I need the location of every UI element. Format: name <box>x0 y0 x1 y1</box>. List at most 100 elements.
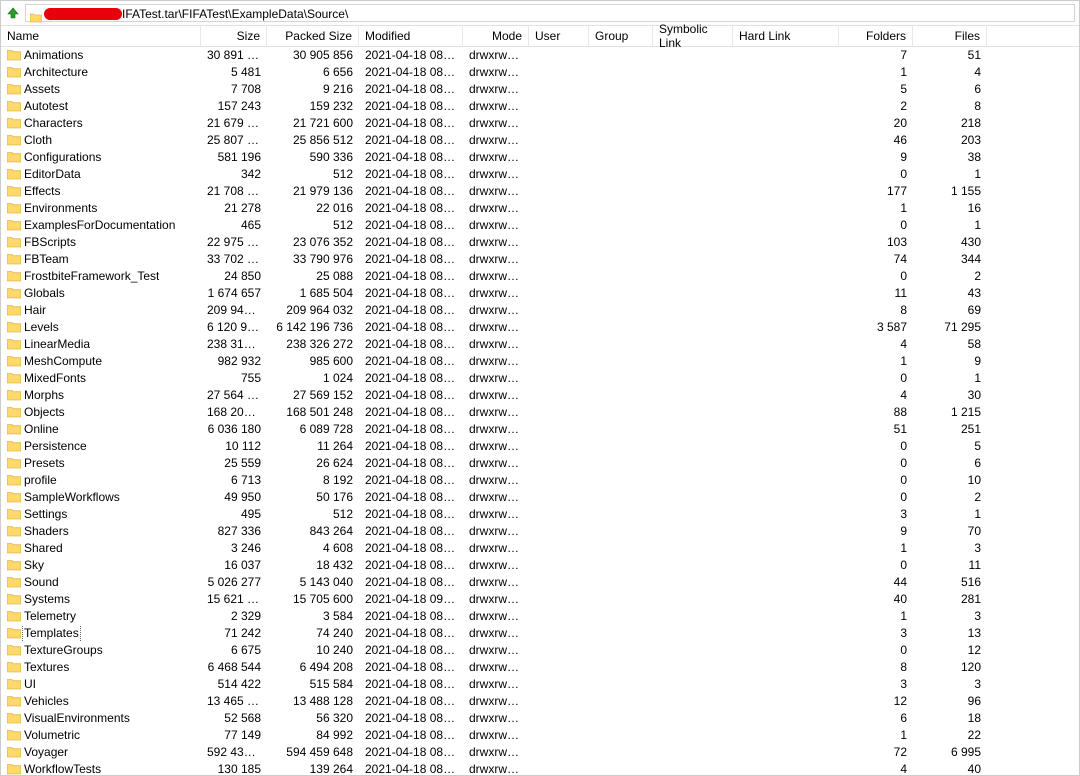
cell-symlink <box>653 421 733 438</box>
table-row[interactable]: profile6 7138 1922021-04-18 08:31drwxrwx… <box>1 472 1079 489</box>
table-row[interactable]: Levels6 120 926 1156 142 196 7362021-04-… <box>1 319 1079 336</box>
table-row[interactable]: SampleWorkflows49 95050 1762021-04-18 08… <box>1 489 1079 506</box>
table-row[interactable]: UI514 422515 5842021-04-18 08:45drwxrwxr… <box>1 676 1079 693</box>
table-row[interactable]: EditorData3425122021-04-18 08:31drwxrwxr… <box>1 166 1079 183</box>
table-row[interactable]: Presets25 55926 6242021-04-18 08:31drwxr… <box>1 455 1079 472</box>
table-row[interactable]: Voyager592 434 807594 459 6482021-04-18 … <box>1 744 1079 761</box>
table-row[interactable]: Configurations581 196590 3362021-04-18 0… <box>1 149 1079 166</box>
table-row[interactable]: Morphs27 564 05027 569 1522021-04-18 08:… <box>1 387 1079 404</box>
table-row[interactable]: FrostbiteFramework_Test24 85025 0882021-… <box>1 268 1079 285</box>
row-name: Cloth <box>24 132 52 149</box>
cell-group <box>589 370 653 387</box>
cell-size: 21 278 <box>201 200 267 217</box>
header-packed-size[interactable]: Packed Size <box>267 26 359 46</box>
table-row[interactable]: MixedFonts7551 0242021-04-18 08:31drwxrw… <box>1 370 1079 387</box>
cell-user <box>529 234 589 251</box>
header-user[interactable]: User <box>529 26 589 46</box>
table-row[interactable]: Assets7 7089 2162021-04-18 08:56drwxrwxr… <box>1 81 1079 98</box>
cell-name: Cloth <box>1 132 201 149</box>
file-list[interactable]: Animations30 891 93530 905 8562021-04-18… <box>1 47 1079 775</box>
table-row[interactable]: Effects21 708 96221 979 1362021-04-18 08… <box>1 183 1079 200</box>
table-row[interactable]: Objects168 209 798168 501 2482021-04-18 … <box>1 404 1079 421</box>
cell-folders: 9 <box>839 523 913 540</box>
cell-group <box>589 676 653 693</box>
table-row[interactable]: WorkflowTests130 185139 2642021-04-18 08… <box>1 761 1079 775</box>
table-row[interactable]: Cloth25 807 01125 856 5122021-04-18 08:4… <box>1 132 1079 149</box>
path-input[interactable]: IFATest.tar\FIFATest\ExampleData\Source\ <box>25 4 1075 22</box>
header-symlink[interactable]: Symbolic Link <box>653 26 733 46</box>
cell-name: Assets <box>1 81 201 98</box>
cell-files: 516 <box>913 574 987 591</box>
cell-symlink <box>653 183 733 200</box>
cell-group <box>589 353 653 370</box>
cell-name: Volumetric <box>1 727 201 744</box>
table-row[interactable]: Settings4955122021-04-18 08:58drwxrwxrwx… <box>1 506 1079 523</box>
up-icon[interactable] <box>5 5 21 21</box>
table-row[interactable]: Volumetric77 14984 9922021-04-18 08:34dr… <box>1 727 1079 744</box>
table-row[interactable]: Shared3 2464 6082021-04-18 08:34drwxrwxr… <box>1 540 1079 557</box>
cell-modified: 2021-04-18 08:43 <box>359 302 463 319</box>
table-row[interactable]: Sound5 026 2775 143 0402021-04-18 08:45d… <box>1 574 1079 591</box>
header-size[interactable]: Size <box>201 26 267 46</box>
row-name: VisualEnvironments <box>24 710 130 727</box>
table-row[interactable]: Persistence10 11211 2642021-04-18 08:31d… <box>1 438 1079 455</box>
folder-icon <box>7 338 21 352</box>
header-files[interactable]: Files <box>913 26 987 46</box>
cell-psize: 21 721 600 <box>267 115 359 132</box>
cell-size: 13 465 673 <box>201 693 267 710</box>
header-group[interactable]: Group <box>589 26 653 46</box>
cell-size: 130 185 <box>201 761 267 775</box>
table-row[interactable]: Environments21 27822 0162021-04-18 08:43… <box>1 200 1079 217</box>
table-row[interactable]: Architecture5 4816 6562021-04-18 08:33dr… <box>1 64 1079 81</box>
header-hardlink[interactable]: Hard Link <box>733 26 839 46</box>
folder-icon <box>7 491 21 505</box>
cell-name: WorkflowTests <box>1 761 201 775</box>
table-row[interactable]: Vehicles13 465 67313 488 1282021-04-18 0… <box>1 693 1079 710</box>
folder-icon <box>7 729 21 743</box>
table-row[interactable]: Autotest157 243159 2322021-04-18 08:43dr… <box>1 98 1079 115</box>
table-row[interactable]: FBTeam33 702 10633 790 9762021-04-18 08:… <box>1 251 1079 268</box>
cell-files: 51 <box>913 47 987 64</box>
cell-size: 24 850 <box>201 268 267 285</box>
table-row[interactable]: ExamplesForDocumentation4655122021-04-18… <box>1 217 1079 234</box>
cell-psize: 594 459 648 <box>267 744 359 761</box>
cell-name: profile <box>1 472 201 489</box>
header-name[interactable]: Name <box>1 26 201 46</box>
folder-icon <box>7 610 21 624</box>
cell-symlink <box>653 761 733 775</box>
cell-name: Online <box>1 421 201 438</box>
cell-size: 3 246 <box>201 540 267 557</box>
table-row[interactable]: VisualEnvironments52 56856 3202021-04-18… <box>1 710 1079 727</box>
table-row[interactable]: Shaders827 336843 2642021-04-18 08:34drw… <box>1 523 1079 540</box>
cell-user <box>529 727 589 744</box>
table-row[interactable]: Systems15 621 07915 705 6002021-04-18 09… <box>1 591 1079 608</box>
cell-size: 514 422 <box>201 676 267 693</box>
header-folders[interactable]: Folders <box>839 26 913 46</box>
header-modified[interactable]: Modified <box>359 26 463 46</box>
table-row[interactable]: FBScripts22 975 05623 076 3522021-04-18 … <box>1 234 1079 251</box>
table-row[interactable]: Sky16 03718 4322021-04-18 08:31drwxrwxrw… <box>1 557 1079 574</box>
cell-files: 1 155 <box>913 183 987 200</box>
cell-group <box>589 438 653 455</box>
table-row[interactable]: Telemetry2 3293 5842021-04-18 08:34drwxr… <box>1 608 1079 625</box>
table-row[interactable]: Templates71 24274 2402021-04-18 08:45drw… <box>1 625 1079 642</box>
cell-name: ExamplesForDocumentation <box>1 217 201 234</box>
table-row[interactable]: TextureGroups6 67510 2402021-04-18 08:31… <box>1 642 1079 659</box>
cell-mode: drwxrwxrwx <box>463 404 529 421</box>
table-row[interactable]: Characters21 679 24321 721 6002021-04-18… <box>1 115 1079 132</box>
table-row[interactable]: Online6 036 1806 089 7282021-04-18 08:34… <box>1 421 1079 438</box>
table-row[interactable]: Animations30 891 93530 905 8562021-04-18… <box>1 47 1079 64</box>
header-mode[interactable]: Mode <box>463 26 529 46</box>
cell-psize: 6 142 196 736 <box>267 319 359 336</box>
table-row[interactable]: Hair209 945 869209 964 0322021-04-18 08:… <box>1 302 1079 319</box>
table-row[interactable]: MeshCompute982 932985 6002021-04-18 08:3… <box>1 353 1079 370</box>
table-row[interactable]: LinearMedia238 315 534238 326 2722021-04… <box>1 336 1079 353</box>
cell-size: 581 196 <box>201 149 267 166</box>
cell-hardlink <box>733 183 839 200</box>
cell-files: 5 <box>913 438 987 455</box>
cell-group <box>589 761 653 775</box>
table-row[interactable]: Globals1 674 6571 685 5042021-04-18 08:3… <box>1 285 1079 302</box>
table-row[interactable]: Textures6 468 5446 494 2082021-04-18 08:… <box>1 659 1079 676</box>
cell-size: 157 243 <box>201 98 267 115</box>
cell-psize: 27 569 152 <box>267 387 359 404</box>
